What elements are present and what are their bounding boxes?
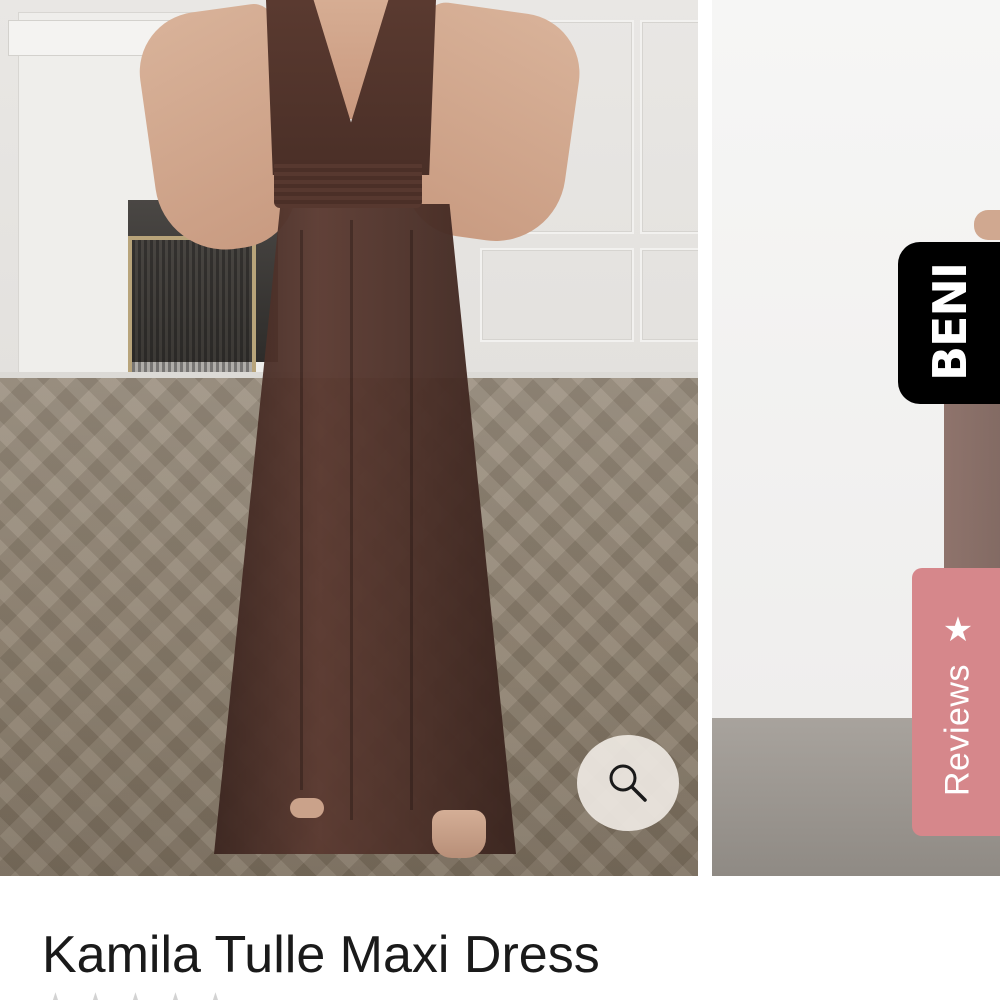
star-icon: ★ <box>82 990 112 1000</box>
search-icon <box>609 764 647 802</box>
main-product-image[interactable] <box>0 0 698 876</box>
wall-panel <box>640 20 698 234</box>
model-hand <box>974 210 1000 240</box>
product-title: Kamila Tulle Maxi Dress <box>42 926 600 984</box>
brand-logo-text: BENI <box>923 262 977 382</box>
dress-skirt <box>944 400 1000 580</box>
star-icon: ★ <box>162 990 192 1000</box>
model-left-foot <box>290 798 324 818</box>
product-page: BENI ★ Reviews Kamila Tulle Maxi Dress ★… <box>0 0 1000 1000</box>
dress-fold <box>300 230 303 790</box>
star-icon: ★ <box>42 990 72 1000</box>
dress-waistband <box>274 160 422 208</box>
zoom-button[interactable] <box>577 735 679 831</box>
dress-fold <box>350 220 353 820</box>
star-icon: ★ <box>202 990 232 1000</box>
reviews-tab-label: Reviews <box>938 664 977 796</box>
rating-stars[interactable]: ★ ★ ★ ★ ★ <box>42 990 232 1000</box>
wall-panel <box>480 248 634 342</box>
wall-panel <box>640 248 698 342</box>
model-right-foot <box>432 810 486 858</box>
dress-fold <box>410 230 413 810</box>
fireplace-screen <box>128 236 256 390</box>
star-icon: ★ <box>942 610 974 650</box>
star-icon: ★ <box>122 990 152 1000</box>
